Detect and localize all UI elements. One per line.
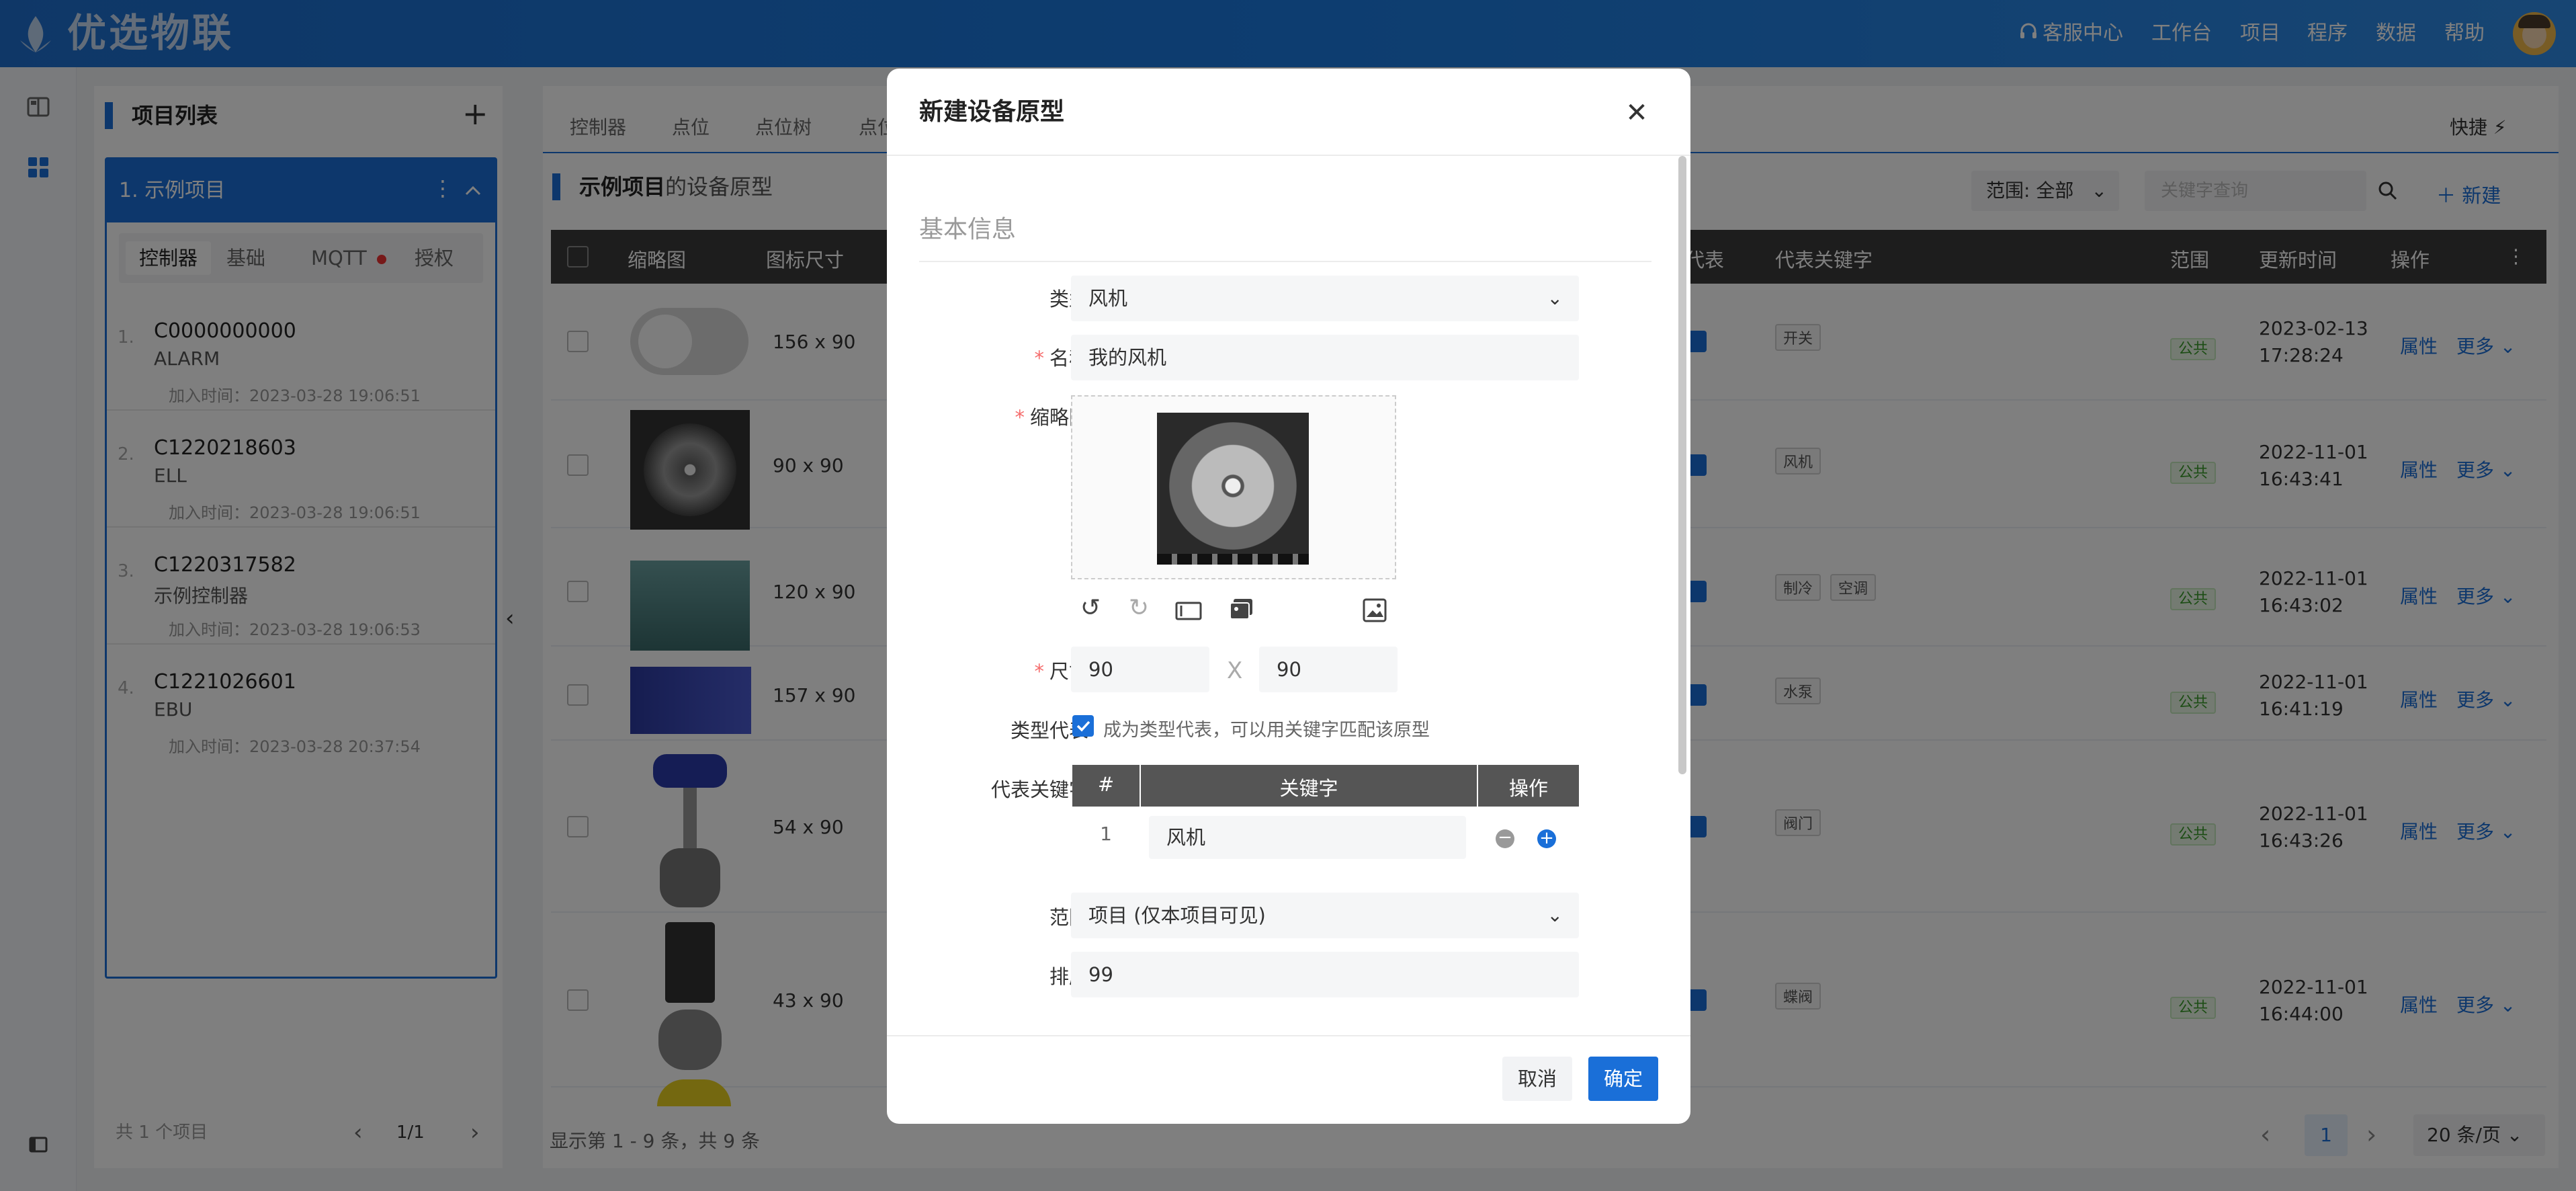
scope-select[interactable]: 项目 (仅本项目可见) ⌄	[1071, 893, 1579, 938]
fan-image	[1157, 413, 1309, 565]
name-input[interactable]: 我的风机	[1071, 335, 1579, 380]
order-label: 排序	[887, 961, 1088, 989]
dialog-title: 新建设备原型	[919, 98, 1065, 126]
remove-keyword-icon[interactable]: −	[1496, 829, 1514, 848]
cancel-button[interactable]: 取消	[1502, 1057, 1572, 1101]
keyword-row: 1 风机 − +	[1072, 807, 1579, 867]
confirm-button[interactable]: 确定	[1588, 1057, 1658, 1101]
keyword-input[interactable]: 风机	[1149, 816, 1466, 859]
type-rep-checkbox[interactable]	[1072, 715, 1094, 737]
new-prototype-dialog: 新建设备原型 ✕ 基本信息 类型 风机 ⌄ * 名称 我的风机 * 缩略图 ↺ ↻ *…	[887, 69, 1690, 1124]
order-input[interactable]: 99	[1071, 952, 1579, 997]
divider	[919, 261, 1651, 262]
close-icon[interactable]: ✕	[1618, 94, 1656, 132]
type-value: 风机	[1088, 287, 1128, 310]
size-label: * 尺寸	[1034, 660, 1088, 683]
chevron-down-icon: ⌄	[1547, 904, 1563, 926]
kw-col-actions: 操作	[1508, 777, 1548, 800]
width-input[interactable]: 90	[1071, 647, 1209, 692]
thumbnail-label: * 缩略图	[1015, 406, 1088, 429]
rotate-right-icon[interactable]: ↻	[1129, 594, 1149, 622]
crop-icon[interactable]	[1174, 600, 1203, 622]
name-label: * 名称	[1034, 347, 1088, 370]
scrollbar[interactable]	[1678, 156, 1686, 774]
rep-keywords-label: 代表关键字	[887, 774, 1088, 803]
keyword-table-header: # 关键字 操作	[1072, 765, 1579, 807]
add-keyword-icon[interactable]: +	[1537, 829, 1556, 848]
type-label: 类型	[887, 284, 1088, 312]
type-rep-label: 类型代表	[887, 715, 1088, 743]
size-separator: X	[1227, 657, 1243, 684]
kw-col-keyword: 关键字	[1279, 777, 1338, 800]
image-icon[interactable]	[1361, 597, 1388, 624]
kw-row-index: 1	[1100, 823, 1112, 845]
type-rep-text: 成为类型代表，可以用关键字匹配该原型	[1103, 720, 1430, 741]
scope-label: 范围	[887, 902, 1088, 930]
divider	[887, 1035, 1690, 1036]
rotate-left-icon[interactable]: ↺	[1080, 594, 1101, 622]
thumbnail-upload[interactable]	[1071, 395, 1396, 579]
height-input[interactable]: 90	[1259, 647, 1398, 692]
kw-col-index: #	[1097, 773, 1115, 796]
check-icon	[1076, 721, 1090, 732]
chevron-down-icon: ⌄	[1547, 287, 1563, 309]
scope-value: 项目 (仅本项目可见)	[1088, 904, 1266, 927]
images-icon[interactable]	[1228, 597, 1255, 622]
divider	[887, 155, 1690, 156]
type-select[interactable]: 风机 ⌄	[1071, 276, 1579, 321]
section-title: 基本信息	[919, 216, 1017, 243]
